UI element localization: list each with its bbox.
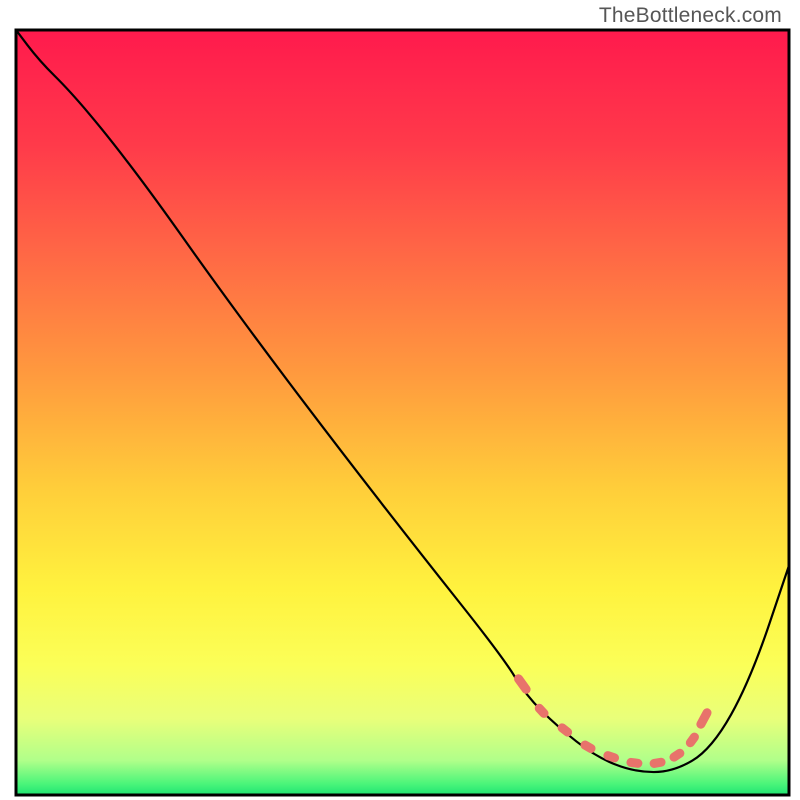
- chart-svg: [0, 0, 800, 800]
- gradient-background: [16, 30, 789, 795]
- bottleneck-chart: TheBottleneck.com: [0, 0, 800, 800]
